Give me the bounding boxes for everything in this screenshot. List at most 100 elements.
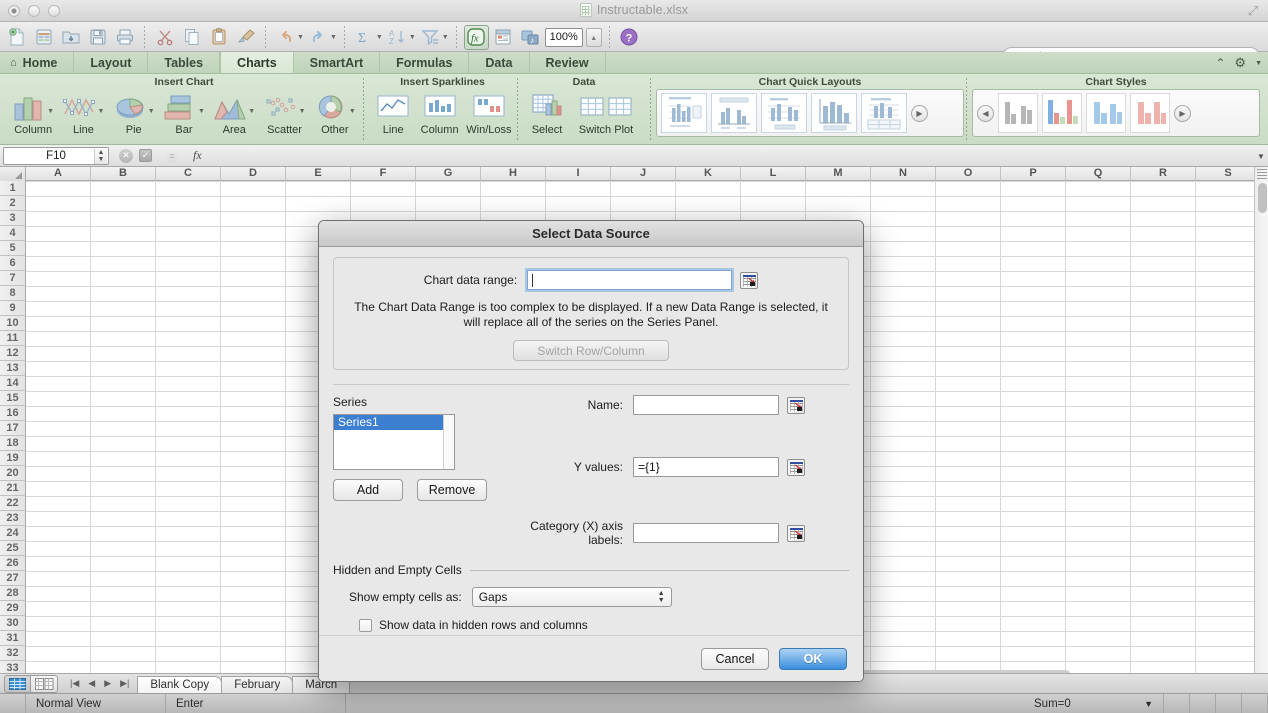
chart-style-thumbnail-3[interactable] bbox=[1086, 93, 1126, 133]
row-header-21[interactable]: 21 bbox=[0, 481, 26, 496]
gear-icon[interactable]: ⚙ bbox=[1234, 55, 1246, 71]
row-header-16[interactable]: 16 bbox=[0, 406, 26, 421]
series-name-field[interactable] bbox=[633, 395, 779, 415]
tab-review[interactable]: Review bbox=[530, 52, 606, 73]
printer-icon[interactable] bbox=[112, 25, 137, 50]
row-header-31[interactable]: 31 bbox=[0, 631, 26, 646]
chart-data-range-input[interactable] bbox=[527, 270, 733, 290]
quick-layout-thumbnail-3[interactable] bbox=[761, 93, 807, 133]
tab-formulas[interactable]: Formulas bbox=[380, 52, 470, 73]
tab-smartart[interactable]: SmartArt bbox=[294, 52, 381, 73]
row-header-30[interactable]: 30 bbox=[0, 616, 26, 631]
row-header-5[interactable]: 5 bbox=[0, 241, 26, 256]
paintbrush-icon[interactable] bbox=[233, 25, 258, 50]
sheet-tab-blank-copy[interactable]: Blank Copy bbox=[137, 675, 223, 694]
ok-button[interactable]: OK bbox=[779, 647, 847, 670]
switch-row-column-button[interactable]: Switch Row/Column bbox=[513, 340, 669, 361]
row-header-25[interactable]: 25 bbox=[0, 541, 26, 556]
chevron-down-icon[interactable]: ▼ bbox=[1144, 699, 1153, 709]
chart-style-thumbnail-4[interactable] bbox=[1130, 93, 1170, 133]
column-header-B[interactable]: B bbox=[91, 167, 156, 181]
tab-charts[interactable]: Charts bbox=[220, 52, 294, 73]
row-header-29[interactable]: 29 bbox=[0, 601, 26, 616]
status-sum-dropdown[interactable]: Sum=0 ▼ bbox=[1024, 693, 1164, 713]
chart-styles-gallery[interactable]: ◀ ▶ bbox=[972, 89, 1260, 137]
redo-arrow-icon[interactable] bbox=[306, 25, 331, 50]
column-header-G[interactable]: G bbox=[416, 167, 481, 181]
vertical-scrollbar[interactable] bbox=[1254, 167, 1268, 679]
accept-check-icon[interactable]: ✓ bbox=[139, 149, 152, 162]
quick-layouts-next-button[interactable]: ▶ bbox=[911, 104, 928, 122]
insert-scatter-chart-button[interactable]: ▼ Scatter bbox=[259, 89, 309, 137]
row-header-15[interactable]: 15 bbox=[0, 391, 26, 406]
range-selector-icon[interactable]: ↘ bbox=[787, 396, 805, 414]
column-header-C[interactable]: C bbox=[156, 167, 221, 181]
media-browser-icon[interactable]: ♪ bbox=[518, 25, 543, 50]
insert-bar-chart-button[interactable]: ▼ Bar bbox=[159, 89, 209, 137]
row-header-6[interactable]: 6 bbox=[0, 256, 26, 271]
formula-toggle-icon[interactable]: = bbox=[165, 148, 179, 163]
row-header-19[interactable]: 19 bbox=[0, 451, 26, 466]
sheet-nav-arrows[interactable]: |◀ ◀ ▶ ▶| bbox=[70, 678, 129, 689]
undo-arrow-icon[interactable] bbox=[273, 25, 298, 50]
switch-plot-button[interactable]: Switch Plot bbox=[570, 89, 642, 137]
row-header-32[interactable]: 32 bbox=[0, 646, 26, 661]
column-header-D[interactable]: D bbox=[221, 167, 286, 181]
row-header-7[interactable]: 7 bbox=[0, 271, 26, 286]
column-header-H[interactable]: H bbox=[481, 167, 546, 181]
select-all-corner-button[interactable] bbox=[0, 167, 26, 181]
row-header-3[interactable]: 3 bbox=[0, 211, 26, 226]
column-header-F[interactable]: F bbox=[351, 167, 416, 181]
page-layout-view-button[interactable] bbox=[31, 674, 58, 693]
series-list-item[interactable]: Series1 bbox=[334, 415, 454, 430]
column-header-O[interactable]: O bbox=[936, 167, 1001, 181]
select-data-button[interactable]: Select bbox=[524, 89, 570, 137]
chevron-down-icon[interactable]: ▼ bbox=[198, 108, 205, 115]
range-selector-icon[interactable]: ↘ bbox=[740, 271, 759, 289]
first-sheet-icon[interactable]: |◀ bbox=[70, 678, 79, 689]
cancel-button[interactable]: Cancel bbox=[701, 647, 769, 670]
series-listbox[interactable]: Series1 bbox=[333, 414, 455, 470]
row-header-8[interactable]: 8 bbox=[0, 286, 26, 301]
row-header-27[interactable]: 27 bbox=[0, 571, 26, 586]
chevron-down-icon[interactable]: ▼ bbox=[1255, 60, 1262, 67]
quick-layout-thumbnail-4[interactable] bbox=[811, 93, 857, 133]
column-header-P[interactable]: P bbox=[1001, 167, 1066, 181]
column-header-M[interactable]: M bbox=[806, 167, 871, 181]
funnel-icon[interactable] bbox=[418, 25, 443, 50]
chart-style-thumbnail-2[interactable] bbox=[1042, 93, 1082, 133]
vertical-scroll-thumb[interactable] bbox=[1258, 183, 1267, 213]
formula-bar-expand-icon[interactable]: ▼ bbox=[1254, 146, 1268, 166]
chart-quick-layouts-gallery[interactable]: ▶ bbox=[656, 89, 964, 137]
chevron-down-icon[interactable]: ▼ bbox=[47, 108, 54, 115]
chevron-down-icon[interactable]: ▼ bbox=[330, 34, 337, 41]
column-header-A[interactable]: A bbox=[26, 167, 91, 181]
name-box-stepper[interactable]: ▲ ▼ bbox=[94, 148, 107, 164]
cancel-x-icon[interactable]: ✕ bbox=[119, 148, 133, 163]
scissors-icon[interactable] bbox=[152, 25, 177, 50]
row-header-20[interactable]: 20 bbox=[0, 466, 26, 481]
select-stepper-icon[interactable]: ▲ ▼ bbox=[658, 590, 665, 604]
sparkline-line-button[interactable]: Line bbox=[370, 89, 416, 137]
column-header-S[interactable]: S bbox=[1196, 167, 1261, 181]
chevron-down-icon[interactable]: ▼ bbox=[376, 34, 383, 41]
split-handle-icon[interactable] bbox=[1257, 169, 1267, 179]
row-header-4[interactable]: 4 bbox=[0, 226, 26, 241]
row-header-12[interactable]: 12 bbox=[0, 346, 26, 361]
chevron-down-icon[interactable]: ▼ bbox=[248, 108, 255, 115]
row-header-9[interactable]: 9 bbox=[0, 301, 26, 316]
name-box[interactable]: F10 ▲ ▼ bbox=[3, 146, 109, 165]
column-header-K[interactable]: K bbox=[676, 167, 741, 181]
chevron-down-icon[interactable]: ▼ bbox=[299, 108, 306, 115]
zoom-input[interactable]: 100% bbox=[544, 27, 583, 47]
sort-az-icon[interactable]: AZ bbox=[385, 25, 410, 50]
column-header-Q[interactable]: Q bbox=[1066, 167, 1131, 181]
fx-icon[interactable]: fx bbox=[463, 24, 489, 50]
copy-icon[interactable] bbox=[179, 25, 204, 50]
chevron-down-icon[interactable]: ▼ bbox=[97, 108, 104, 115]
question-mark-icon[interactable]: ? bbox=[617, 25, 642, 50]
row-header-17[interactable]: 17 bbox=[0, 421, 26, 436]
remove-series-button[interactable]: Remove bbox=[417, 479, 487, 501]
normal-view-button[interactable] bbox=[4, 674, 31, 693]
column-header-N[interactable]: N bbox=[871, 167, 936, 181]
